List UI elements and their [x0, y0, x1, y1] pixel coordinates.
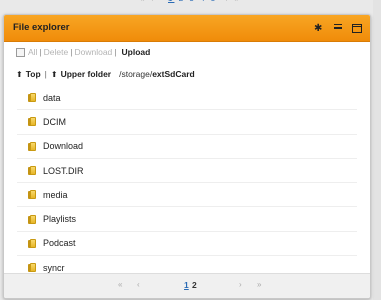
list-item[interactable]: Download	[17, 135, 357, 159]
path-navigation: ⬆ Top | ⬆ Upper folder /storage/extSdCar…	[16, 69, 195, 79]
first-page-icon[interactable]: «	[118, 280, 122, 289]
folder-name[interactable]: syncr	[43, 263, 65, 273]
folder-name[interactable]: Podcast	[43, 238, 76, 248]
folder-icon	[28, 238, 37, 248]
maximize-icon[interactable]	[352, 23, 362, 33]
last-page-icon[interactable]: »	[257, 280, 261, 289]
all-button[interactable]: All	[28, 47, 37, 57]
folder-icon	[28, 93, 37, 103]
bg-next-link[interactable]: › »	[221, 0, 241, 3]
list-item[interactable]: Playlists	[17, 207, 357, 232]
right-edge-backdrop	[373, 0, 381, 300]
page-2-link[interactable]: 2	[192, 280, 197, 290]
folder-name[interactable]: media	[43, 190, 68, 200]
list-item[interactable]: DCIM	[17, 110, 357, 135]
prev-page-icon[interactable]: ‹	[137, 280, 140, 289]
list-item[interactable]: data	[17, 86, 357, 111]
toolbar-separator: |	[70, 47, 73, 57]
list-item[interactable]: media	[17, 183, 357, 208]
folder-icon	[28, 263, 37, 273]
folder-name[interactable]: Download	[43, 141, 83, 151]
top-arrow-icon: ⬆	[16, 69, 23, 79]
file-explorer-window: File explorer ✱ All | Delete | Download …	[3, 14, 371, 299]
folder-name[interactable]: data	[43, 93, 61, 103]
folder-list: data DCIM Download LOST.DIR media Playli…	[17, 86, 357, 281]
bg-first-link[interactable]: « ‹	[140, 0, 164, 3]
toolbar-separator: |	[39, 47, 42, 57]
gear-icon[interactable]: ✱	[314, 23, 324, 34]
pagination-footer: « ‹ 1 2 › »	[4, 273, 370, 298]
nav-separator: |	[44, 69, 47, 79]
folder-icon	[28, 166, 37, 176]
folder-icon	[28, 117, 37, 127]
bg-page-5[interactable]: 5	[211, 0, 217, 3]
delete-button[interactable]: Delete	[44, 47, 69, 57]
page-1-link[interactable]: 1	[184, 280, 189, 290]
folder-name[interactable]: DCIM	[43, 117, 66, 127]
bg-page-1[interactable]: 1	[168, 0, 174, 3]
window-header: File explorer ✱	[4, 15, 370, 42]
list-item[interactable]: Podcast	[17, 232, 357, 257]
folder-icon	[28, 214, 37, 224]
folder-name[interactable]: LOST.DIR	[43, 166, 84, 176]
current-path-folder: extSdCard	[152, 69, 195, 79]
bg-page-4[interactable]: 4	[200, 0, 206, 3]
download-button[interactable]: Download	[74, 47, 112, 57]
select-all-checkbox[interactable]	[16, 47, 25, 57]
list-item[interactable]: LOST.DIR	[17, 159, 357, 184]
file-toolbar: All | Delete | Download | Upload	[16, 46, 150, 58]
bg-page-2[interactable]: 2	[179, 0, 185, 3]
window-title: File explorer	[13, 22, 70, 33]
toolbar-separator: |	[114, 47, 117, 57]
folder-name[interactable]: Playlists	[43, 214, 76, 224]
minimize-icon[interactable]	[333, 23, 343, 33]
upper-folder-arrow-icon: ⬆	[50, 69, 58, 79]
bg-page-3[interactable]: 3	[189, 0, 195, 3]
current-path-prefix: /storage/	[119, 69, 153, 79]
folder-icon	[28, 190, 37, 200]
top-link[interactable]: Top	[26, 69, 41, 79]
upper-folder-link[interactable]: Upper folder	[61, 69, 112, 79]
background-pagination: « ‹ 1 2 3 4 5 › »	[0, 0, 381, 8]
next-page-icon[interactable]: ›	[239, 280, 242, 289]
folder-icon	[28, 141, 37, 151]
upload-button[interactable]: Upload	[122, 47, 151, 57]
window-controls: ✱	[314, 23, 362, 34]
